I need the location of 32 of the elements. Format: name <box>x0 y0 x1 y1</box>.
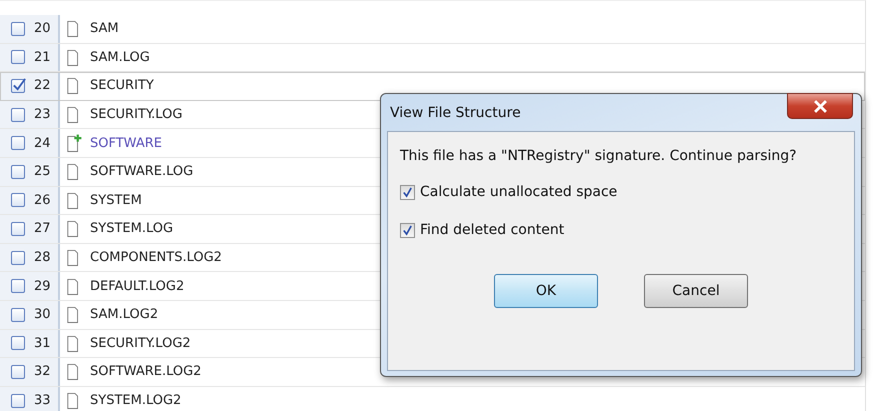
row-number: 30 <box>34 307 51 322</box>
dialog-message: This file has a "NTRegistry" signature. Continue parsing? <box>400 148 798 164</box>
row-number: 28 <box>34 250 51 266</box>
row-number: 22 <box>34 78 51 94</box>
row-number: 31 <box>34 336 51 351</box>
file-name: SAM.LOG2 <box>90 307 158 322</box>
file-name: SOFTWARE.LOG <box>90 164 194 180</box>
row-number: 26 <box>34 192 51 208</box>
file-name: SECURITY.LOG <box>90 107 182 122</box>
row-number: 25 <box>34 164 51 180</box>
row-number: 32 <box>34 364 51 380</box>
file-name: SAM <box>90 21 119 36</box>
file-name: SOFTWARE <box>90 136 162 151</box>
file-name: DEFAULT.LOG2 <box>90 278 184 294</box>
row-number: 20 <box>34 21 51 36</box>
row-number: 21 <box>34 50 51 65</box>
row-number: 33 <box>34 393 51 408</box>
file-name: SECURITY.LOG2 <box>90 336 191 351</box>
file-name: SYSTEM <box>90 192 142 208</box>
file-name: SYSTEM.LOG2 <box>90 393 182 408</box>
window-title: View File Structure <box>390 104 521 120</box>
file-name: COMPONENTS.LOG2 <box>90 250 222 266</box>
row-number: 23 <box>34 107 51 122</box>
row-number: 27 <box>34 221 51 236</box>
file-name: SYSTEM.LOG <box>90 221 174 236</box>
option-label: Calculate unallocated space <box>420 184 618 200</box>
row-number: 24 <box>34 136 51 151</box>
row-number: 29 <box>34 278 51 294</box>
file-name: SECURITY <box>90 78 154 94</box>
option-label: Find deleted content <box>420 222 564 238</box>
file-name: SAM.LOG <box>90 50 150 65</box>
file-name: SOFTWARE.LOG2 <box>90 364 202 380</box>
